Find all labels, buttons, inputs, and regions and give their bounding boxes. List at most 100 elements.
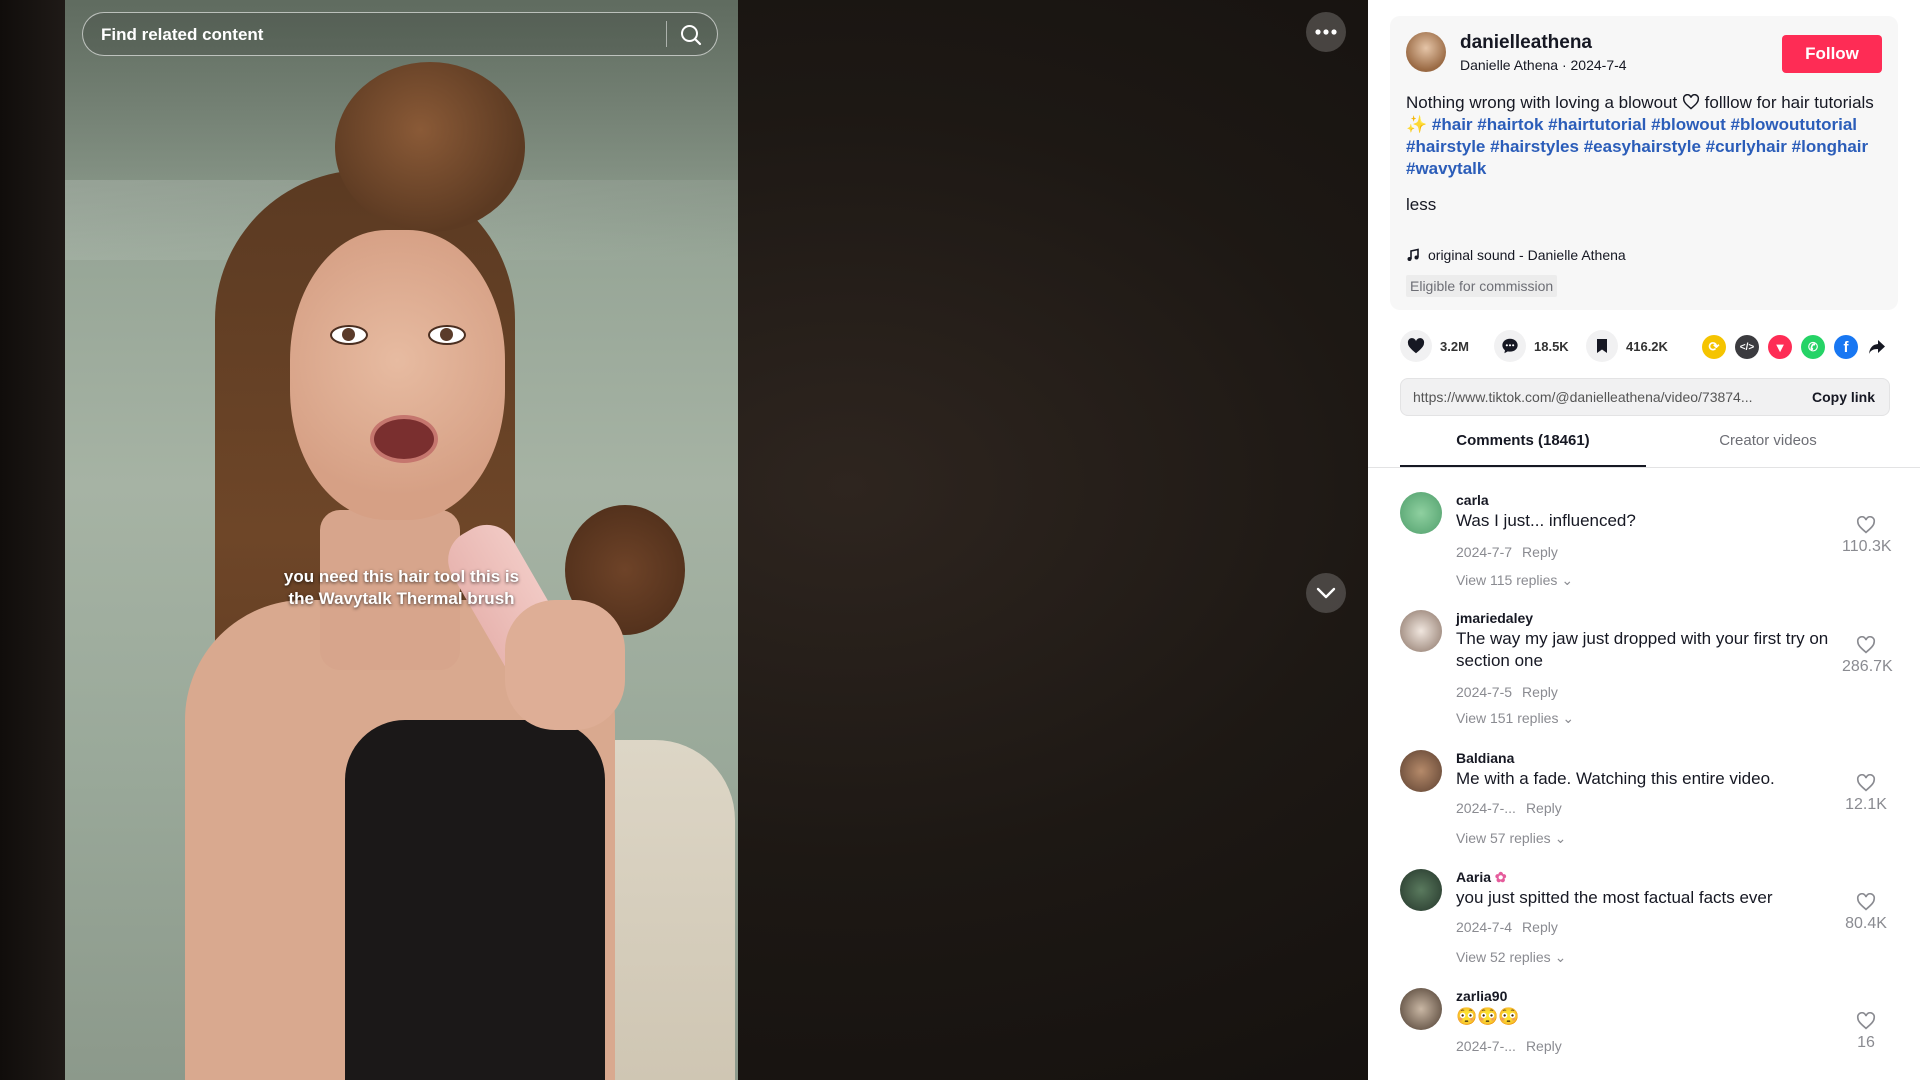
heart-outline-icon <box>1856 774 1876 792</box>
comment-username[interactable]: zarlia90 <box>1456 988 1507 1004</box>
comment-username[interactable]: carla <box>1456 492 1489 508</box>
comment-button[interactable]: 18.5K <box>1494 330 1569 362</box>
avatar[interactable] <box>1406 32 1446 72</box>
reply-button[interactable]: Reply <box>1526 1038 1562 1054</box>
hashtag[interactable]: #longhair <box>1792 137 1869 156</box>
comment-text: 😳😳😳 <box>1456 1007 1520 1026</box>
copy-link-button[interactable]: Copy link <box>1812 389 1875 405</box>
search-input[interactable] <box>99 13 663 57</box>
like-button[interactable]: 3.2M <box>1400 330 1469 362</box>
desc-text: Nothing wrong with loving a blowout <box>1406 93 1678 112</box>
avatar[interactable] <box>1400 750 1442 792</box>
like-count: 3.2M <box>1440 338 1469 354</box>
more-options-icon[interactable] <box>1306 12 1346 52</box>
save-button[interactable]: 416.2K <box>1586 330 1668 362</box>
search-bar[interactable] <box>82 12 718 57</box>
avatar[interactable] <box>1400 869 1442 911</box>
comment-date: 2024-7-7 <box>1456 544 1513 560</box>
follow-button[interactable]: Follow <box>1782 35 1882 73</box>
link-field[interactable]: https://www.tiktok.com/@danielleathena/v… <box>1400 378 1890 416</box>
hashtag[interactable]: #hairtutorial <box>1548 115 1646 134</box>
divider <box>1368 467 1920 468</box>
comment-text: you just spitted the most factual facts … <box>1456 888 1773 907</box>
comment-like-button[interactable]: 110.3K <box>1842 516 1892 556</box>
reply-button[interactable]: Reply <box>1526 800 1562 816</box>
video-url[interactable]: https://www.tiktok.com/@danielleathena/v… <box>1413 389 1793 405</box>
video-eye <box>330 325 368 345</box>
view-replies-button[interactable]: View 57 replies ⌄ <box>1456 830 1566 847</box>
send-icon[interactable]: ▼ <box>1768 335 1792 359</box>
less-toggle[interactable]: less <box>1406 195 1436 215</box>
avatar[interactable] <box>1400 988 1442 1030</box>
hashtag[interactable]: #hairstyles <box>1490 137 1579 156</box>
facebook-icon[interactable]: f <box>1834 335 1858 359</box>
tab-creator-videos[interactable]: Creator videos <box>1646 432 1890 449</box>
reply-button[interactable]: Reply <box>1522 919 1558 935</box>
comment-like-count: 110.3K <box>1842 538 1892 555</box>
chevron-down-icon: ⌄ <box>1562 710 1575 726</box>
heart-outline-icon <box>1856 893 1876 911</box>
comment-username[interactable]: Baldiana <box>1456 750 1514 766</box>
heart-outline-icon <box>1856 516 1876 534</box>
hashtag[interactable]: #curlyhair <box>1706 137 1787 156</box>
chevron-down-icon[interactable] <box>1306 573 1346 613</box>
repost-icon[interactable]: ⟳ <box>1702 335 1726 359</box>
hashtag[interactable]: #hairstyle <box>1406 137 1485 156</box>
avatar[interactable] <box>1400 492 1442 534</box>
whatsapp-icon[interactable]: ✆ <box>1801 335 1825 359</box>
comment-meta: 2024-7-7 Reply <box>1456 544 1558 560</box>
comment-like-button[interactable]: 286.7K <box>1842 636 1893 676</box>
comment-username[interactable]: Aaria ✿ <box>1456 869 1507 886</box>
view-replies-label: View 57 replies <box>1456 830 1551 846</box>
embed-icon[interactable]: </> <box>1735 335 1759 359</box>
tab-comments[interactable]: Comments (18461) <box>1400 432 1646 449</box>
sparkle-icon: ✨ <box>1406 115 1428 134</box>
video-eye <box>428 325 466 345</box>
comment-icon <box>1494 330 1526 362</box>
comment-meta: 2024-7-5 Reply <box>1456 684 1558 700</box>
hashtag[interactable]: #easyhairstyle <box>1584 137 1701 156</box>
view-replies-label: View 151 replies <box>1456 710 1559 726</box>
reply-button[interactable]: Reply <box>1522 684 1558 700</box>
video-mouth <box>370 415 438 463</box>
music-note-icon <box>1407 248 1419 261</box>
comment-meta: 2024-7-... Reply <box>1456 1038 1562 1054</box>
view-replies-button[interactable]: View 52 replies ⌄ <box>1456 949 1566 966</box>
comment-like-count: 12.1K <box>1845 796 1887 813</box>
sound-link[interactable]: original sound - Danielle Athena <box>1406 247 1626 263</box>
search-divider <box>666 21 667 47</box>
video-hand <box>505 600 625 730</box>
sound-label: original sound - Danielle Athena <box>1428 247 1626 263</box>
comment-date: 2024-7-... <box>1456 800 1516 816</box>
post-info-card: danielleathena Danielle Athena · 2024-7-… <box>1390 16 1898 310</box>
hashtag[interactable]: #wavytalk <box>1406 159 1486 178</box>
video-player[interactable]: you need this hair tool this is the Wavy… <box>65 0 738 1080</box>
chevron-down-icon: ⌄ <box>1554 830 1567 846</box>
search-icon[interactable] <box>677 21 705 49</box>
comment-like-button[interactable]: 80.4K <box>1842 893 1890 933</box>
hashtag[interactable]: #hair <box>1432 115 1473 134</box>
flower-icon: ✿ <box>1494 869 1507 885</box>
comment-text: Me with a fade. Watching this entire vid… <box>1456 769 1775 788</box>
hashtag[interactable]: #hairtok <box>1477 115 1543 134</box>
hashtag[interactable]: #blowout <box>1651 115 1726 134</box>
author-username[interactable]: danielleathena <box>1460 32 1592 54</box>
comment-meta: 2024-7-4 Reply <box>1456 919 1558 935</box>
view-replies-button[interactable]: View 151 replies ⌄ <box>1456 710 1574 727</box>
comment-text: The way my jaw just dropped with your fi… <box>1456 629 1829 670</box>
share-arrow-icon[interactable] <box>1865 335 1889 359</box>
comment-date: 2024-7-5 <box>1456 684 1513 700</box>
blurred-background <box>0 0 65 1080</box>
avatar[interactable] <box>1400 610 1442 652</box>
view-replies-button[interactable]: View 115 replies ⌄ <box>1456 572 1573 589</box>
comment-username[interactable]: jmariedaley <box>1456 610 1533 626</box>
comment-username-text: Aaria <box>1456 869 1492 885</box>
comment-like-button[interactable]: 16 <box>1842 1012 1890 1052</box>
chevron-down-icon: ⌄ <box>1561 572 1574 588</box>
video-stage[interactable]: you need this hair tool this is the Wavy… <box>0 0 1368 1080</box>
author-subline: Danielle Athena · 2024-7-4 <box>1460 57 1627 73</box>
commission-badge: Eligible for commission <box>1406 275 1558 297</box>
comment-like-button[interactable]: 12.1K <box>1842 774 1890 814</box>
hashtag[interactable]: #blowoututorial <box>1730 115 1857 134</box>
reply-button[interactable]: Reply <box>1522 544 1558 560</box>
